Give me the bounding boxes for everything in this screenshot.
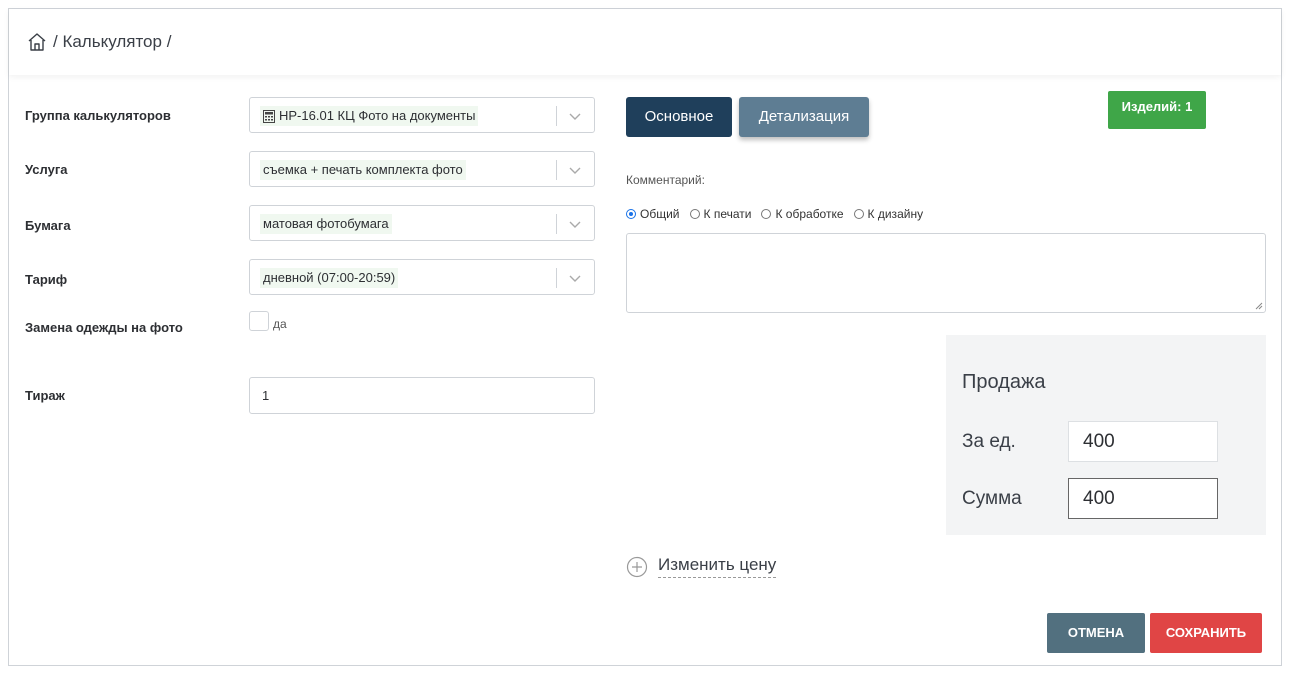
paper-select[interactable]: матовая фотобумага <box>249 205 595 241</box>
radio-label: К печати <box>703 207 752 221</box>
radio-processing[interactable]: К обработке <box>761 207 844 221</box>
comment-textarea[interactable] <box>626 233 1266 313</box>
breadcrumb: / Калькулятор / <box>27 32 171 52</box>
group-select[interactable]: HP-16.01 КЦ Фото на документы <box>249 97 595 133</box>
breadcrumb-text[interactable]: / Калькулятор / <box>53 32 171 52</box>
service-select[interactable]: съемка + печать комплекта фото <box>249 151 595 187</box>
radio-label: К обработке <box>775 207 844 221</box>
sale-panel: Продажа За ед. 400 Сумма 400 <box>946 335 1266 535</box>
unit-price-label: За ед. <box>962 431 1016 452</box>
plus-circle-icon[interactable] <box>626 556 648 578</box>
group-value: HP-16.01 КЦ Фото на документы <box>279 108 476 123</box>
comment-label: Комментарий: <box>626 173 705 187</box>
radio-design[interactable]: К дизайну <box>853 207 924 221</box>
tab-detail[interactable]: Детализация <box>739 97 869 137</box>
radio-icon[interactable] <box>689 209 700 219</box>
group-label: Группа калькуляторов <box>25 108 171 123</box>
radio-selected-icon[interactable] <box>626 209 636 219</box>
radio-print[interactable]: К печати <box>689 207 752 221</box>
chevron-down-icon[interactable] <box>567 216 583 232</box>
chevron-down-icon[interactable] <box>567 270 583 286</box>
sum-input[interactable]: 400 <box>1068 478 1218 519</box>
radio-icon[interactable] <box>761 209 772 219</box>
tariff-value: дневной (07:00-20:59) <box>263 270 396 285</box>
items-count-badge: Изделий: 1 <box>1108 91 1206 129</box>
clothes-checkbox-label[interactable]: да <box>273 317 287 331</box>
sum-label: Сумма <box>962 488 1022 509</box>
run-input[interactable]: 1 <box>249 377 595 414</box>
cancel-button[interactable]: ОТМЕНА <box>1047 613 1145 653</box>
change-price-text[interactable]: Изменить цену <box>658 555 777 578</box>
chevron-down-icon[interactable] <box>567 162 583 178</box>
chevron-down-icon[interactable] <box>567 108 583 124</box>
run-label: Тираж <box>25 388 65 403</box>
calculator-panel: / Калькулятор / Группа калькуляторов HP-… <box>8 8 1282 666</box>
service-label: Услуга <box>25 162 68 177</box>
unit-price-input[interactable]: 400 <box>1068 421 1218 462</box>
home-icon[interactable] <box>27 32 47 52</box>
tariff-label: Тариф <box>25 272 68 287</box>
save-button[interactable]: СОХРАНИТЬ <box>1150 613 1262 653</box>
radio-label: Общий <box>640 207 680 221</box>
resize-grip-icon[interactable] <box>1255 302 1263 310</box>
paper-value: матовая фотобумага <box>263 216 389 231</box>
calculator-icon <box>263 109 275 123</box>
change-price-link[interactable]: Изменить цену <box>626 555 777 578</box>
radio-label: К дизайну <box>867 207 924 221</box>
service-value: съемка + печать комплекта фото <box>263 162 463 177</box>
tariff-select[interactable]: дневной (07:00-20:59) <box>249 259 595 295</box>
clothes-checkbox[interactable] <box>249 311 269 331</box>
comment-type-radios: Общий К печати К обработке К дизайну <box>626 207 923 221</box>
radio-icon[interactable] <box>853 209 864 219</box>
clothes-label: Замена одежды на фото <box>25 320 183 335</box>
page-header: / Калькулятор / <box>9 9 1281 75</box>
paper-label: Бумага <box>25 218 71 233</box>
sale-title: Продажа <box>962 371 1046 393</box>
tab-main[interactable]: Основное <box>626 97 732 137</box>
radio-general[interactable]: Общий <box>626 207 680 221</box>
